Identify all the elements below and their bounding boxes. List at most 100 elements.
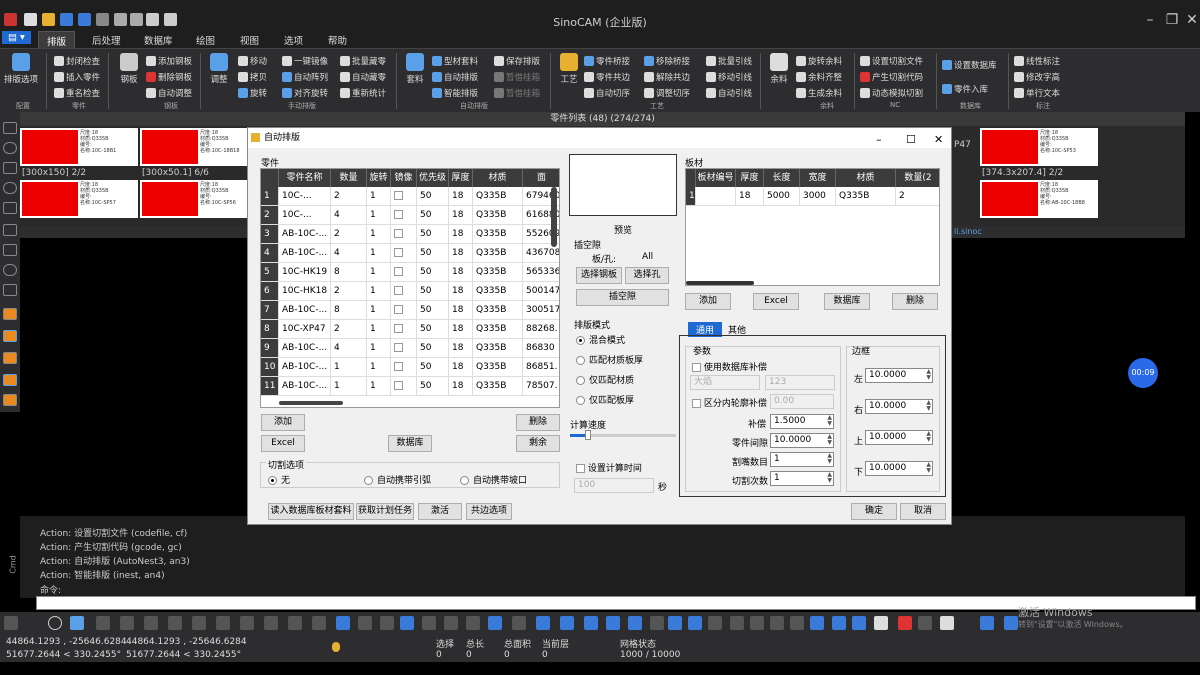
part-cell[interactable]: 1 [367, 339, 391, 358]
inner-comp-input[interactable]: 0.00 [770, 394, 834, 409]
remain-button[interactable]: 剩余 [516, 435, 560, 452]
file-menu-button[interactable]: ▤ ▾ [2, 31, 31, 44]
part-cell[interactable]: Q335B [473, 377, 523, 396]
part-cell[interactable]: 1 [367, 358, 391, 377]
part-cell[interactable]: 18 [449, 339, 473, 358]
menu-help[interactable]: 帮助 [328, 33, 347, 47]
part-cell[interactable]: 1 [331, 377, 367, 396]
ribbon-item[interactable]: 保存排版 [494, 55, 540, 67]
ribbon-item[interactable]: 自动调整 [146, 87, 192, 99]
mirror-checkbox[interactable] [394, 229, 403, 238]
menu-database[interactable]: 数据库 [144, 33, 173, 47]
part-cell[interactable]: Q335B [473, 225, 523, 244]
process-button[interactable]: 工艺 [552, 53, 586, 85]
mirror-checkbox[interactable] [394, 267, 403, 276]
vertical-scrollbar[interactable] [551, 187, 557, 247]
ribbon-item[interactable]: 零件入库 [942, 83, 988, 95]
part-cell[interactable]: 1 [367, 320, 391, 339]
ribbon-item[interactable]: 插入零件 [54, 71, 100, 83]
part-cell[interactable]: 1 [367, 263, 391, 282]
mirror-checkbox-cell[interactable] [391, 206, 417, 225]
part-cell[interactable]: 18 [449, 206, 473, 225]
select-hole-button[interactable]: 选择孔 [625, 267, 669, 284]
cut-count-input[interactable]: 1 ▲ ▼ [770, 471, 834, 486]
part-cell[interactable]: AB-10C-... [279, 339, 331, 358]
part-cell[interactable]: 300517 [523, 301, 559, 320]
plate-cell[interactable]: Q335B [836, 187, 896, 206]
db-plate-button[interactable]: 数据库 [824, 293, 870, 310]
shape-icon[interactable] [536, 616, 550, 630]
mirror-checkbox-cell[interactable] [391, 187, 417, 206]
margin-right-input[interactable]: 10.0000 ▲ ▼ [865, 399, 933, 414]
crosshair-icon[interactable] [48, 616, 62, 630]
part-cell[interactable]: 10C-... [279, 206, 331, 225]
ribbon-item[interactable]: 零件桥接 [584, 55, 630, 67]
part-cell[interactable]: 50 [417, 206, 449, 225]
frame-icon[interactable] [358, 616, 372, 630]
ribbon-item[interactable]: 修改字高 [1014, 71, 1060, 83]
minimize-icon[interactable]: – [876, 130, 882, 150]
ribbon-item[interactable]: 设置数据库 [942, 59, 997, 71]
pen-icon[interactable] [70, 616, 84, 630]
file-tab[interactable]: li.sinoc [954, 227, 982, 236]
arc-tool-icon[interactable] [3, 162, 17, 174]
get-plan-button[interactable]: 获取计划任务 [356, 503, 414, 520]
cut-option-radio[interactable]: 自动携带坡口 [460, 473, 527, 486]
ellipse-tool-icon[interactable] [3, 182, 17, 194]
margin-left-input[interactable]: 10.0000 ▲ ▼ [865, 368, 933, 383]
shape-icon[interactable] [832, 616, 846, 630]
column-header[interactable]: 面 [523, 169, 559, 187]
mirror-checkbox[interactable] [394, 381, 403, 390]
part-cell[interactable]: AB-10C-... [279, 244, 331, 263]
layer-tool-icon[interactable] [3, 330, 17, 342]
shape-icon[interactable] [750, 616, 764, 630]
hash-icon[interactable] [730, 616, 744, 630]
ribbon-item[interactable]: 移动 [238, 55, 267, 67]
select-plate-button[interactable]: 选择钢板 [576, 267, 622, 284]
part-cell[interactable]: 50 [417, 225, 449, 244]
eye-icon[interactable] [650, 616, 664, 630]
part-cell[interactable]: AB-10C-... [279, 377, 331, 396]
plate-cell[interactable]: 18 [736, 187, 764, 206]
ribbon-item[interactable]: 智能排版 [432, 87, 478, 99]
part-cell[interactable]: 4 [331, 339, 367, 358]
add-plate-button[interactable]: 添加 [685, 293, 731, 310]
nozzle-count-input[interactable]: 1 ▲ ▼ [770, 452, 834, 467]
parts-table[interactable]: 零件名称 数量(274 旋转 镜像 优先级 厚度 材质 面 1 10C-... 2 1… [260, 168, 560, 408]
db-combo[interactable]: 123 [765, 375, 835, 390]
mirror-checkbox[interactable] [394, 210, 403, 219]
mirror-checkbox[interactable] [394, 324, 403, 333]
ribbon-item[interactable]: 旋转余料 [796, 55, 842, 67]
plate-cell[interactable]: 3000 [800, 187, 836, 206]
table-icon[interactable] [606, 616, 620, 630]
ribbon-item[interactable]: 动态模拟切割 [860, 87, 923, 99]
snap-icon[interactable] [192, 616, 206, 630]
part-cell[interactable]: 10C-... [279, 187, 331, 206]
part-cell[interactable]: Q335B [473, 206, 523, 225]
column-header[interactable]: 厚度 [449, 169, 473, 187]
polyline-tool-icon[interactable] [3, 244, 17, 256]
ribbon-item[interactable]: 旋转 [238, 87, 267, 99]
part-cell[interactable]: 1 [367, 206, 391, 225]
mirror-checkbox-cell[interactable] [391, 244, 417, 263]
shape-icon[interactable] [512, 616, 526, 630]
ribbon-item[interactable]: 零件共边 [584, 71, 630, 83]
ribbon-item[interactable]: 移除桥接 [644, 55, 690, 67]
plate-cell[interactable] [696, 187, 736, 206]
part-cell[interactable]: 50 [417, 377, 449, 396]
part-cell[interactable]: 10C-HK18 [279, 282, 331, 301]
column-header[interactable]: 宽度 [800, 169, 836, 187]
part-cell[interactable]: Q335B [473, 244, 523, 263]
part-cell[interactable]: 2 [331, 225, 367, 244]
activate-button[interactable]: 激活 [418, 503, 462, 520]
part-cell[interactable]: 50 [417, 301, 449, 320]
restore-icon[interactable]: ❐ [1162, 12, 1182, 28]
column-header[interactable]: 零件名称 [279, 169, 331, 187]
ribbon-item[interactable]: 批量引线 [706, 55, 752, 67]
part-cell[interactable]: Q335B [473, 320, 523, 339]
frame-icon[interactable] [380, 616, 394, 630]
mirror-checkbox-cell[interactable] [391, 282, 417, 301]
part-cell[interactable]: 1 [367, 282, 391, 301]
layer-tool-icon[interactable] [3, 394, 17, 406]
part-cell[interactable]: 18 [449, 358, 473, 377]
